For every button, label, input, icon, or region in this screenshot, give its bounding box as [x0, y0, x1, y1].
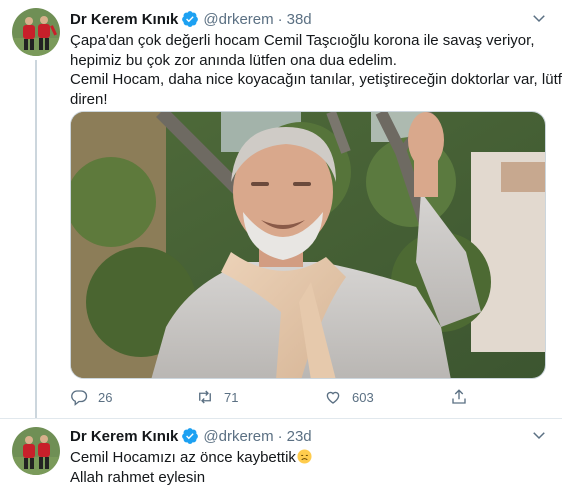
retweet-button[interactable]: 71	[196, 388, 238, 406]
tweet-text-line: Çapa'dan çok değerli hocam Cemil Taşcıoğ…	[70, 32, 535, 49]
like-count: 603	[352, 389, 374, 405]
heart-icon	[326, 391, 340, 404]
verified-badge-icon	[181, 427, 199, 445]
thread-connector	[35, 60, 37, 418]
timestamp[interactable]: 38d	[287, 11, 312, 28]
separator-dot: ·	[277, 10, 283, 28]
timestamp[interactable]: 23d	[287, 428, 312, 445]
retweet-count: 71	[224, 389, 239, 405]
tweet[interactable]: Dr Kerem Kınık @drkerem · 38d Çapa'dan ç…	[0, 0, 562, 418]
author-name[interactable]: Dr Kerem Kınık	[70, 428, 178, 445]
reply-button[interactable]: 26	[70, 388, 112, 406]
reply-count: 26	[98, 389, 113, 405]
tweet-photo[interactable]	[70, 111, 546, 379]
verified-badge-icon	[181, 10, 199, 28]
retweet-icon	[199, 390, 211, 404]
chevron-down-icon[interactable]	[530, 426, 548, 444]
like-button[interactable]: 603	[324, 388, 374, 406]
tweet-text-line: Allah rahmet eylesin	[70, 468, 206, 486]
avatar[interactable]	[12, 427, 60, 475]
separator-dot: ·	[277, 427, 283, 445]
share-button[interactable]	[450, 388, 468, 406]
tweet-actions: 26 71 603	[70, 388, 490, 408]
tweet-text: Çapa'dan çok değerli hocam Cemil Taşcıoğ…	[70, 31, 562, 109]
tweet[interactable]: Dr Kerem Kınık @drkerem · 23d Cemil Hoca…	[0, 418, 562, 503]
author-handle[interactable]: @drkerem	[203, 428, 273, 445]
tweet-header: Dr Kerem Kınık @drkerem · 38d	[70, 9, 548, 29]
author-name[interactable]: Dr Kerem Kınık	[70, 11, 178, 28]
tweet-text-line: hepimiz bu çok zor anında lütfen ona dua…	[70, 51, 397, 69]
tweet-text-span: Cemil Hocamızı az önce kaybettik	[70, 449, 296, 466]
avatar[interactable]	[12, 8, 60, 56]
author-handle[interactable]: @drkerem	[203, 11, 273, 28]
disappointed-face-icon	[297, 449, 312, 464]
tweet-text: Cemil Hocamızı az önce kaybettik Allah r…	[70, 448, 548, 487]
tweet-text-line: diren!	[70, 90, 108, 108]
share-icon	[452, 389, 466, 404]
tweet-text-line: Cemil Hocamızı az önce kaybettik	[70, 448, 548, 468]
tweet-text-line: Cemil Hocam, daha nice koyacağın tanılar…	[70, 71, 562, 88]
tweet-header: Dr Kerem Kınık @drkerem · 23d	[70, 426, 548, 446]
reply-icon	[71, 390, 88, 406]
chevron-down-icon[interactable]	[530, 9, 548, 27]
